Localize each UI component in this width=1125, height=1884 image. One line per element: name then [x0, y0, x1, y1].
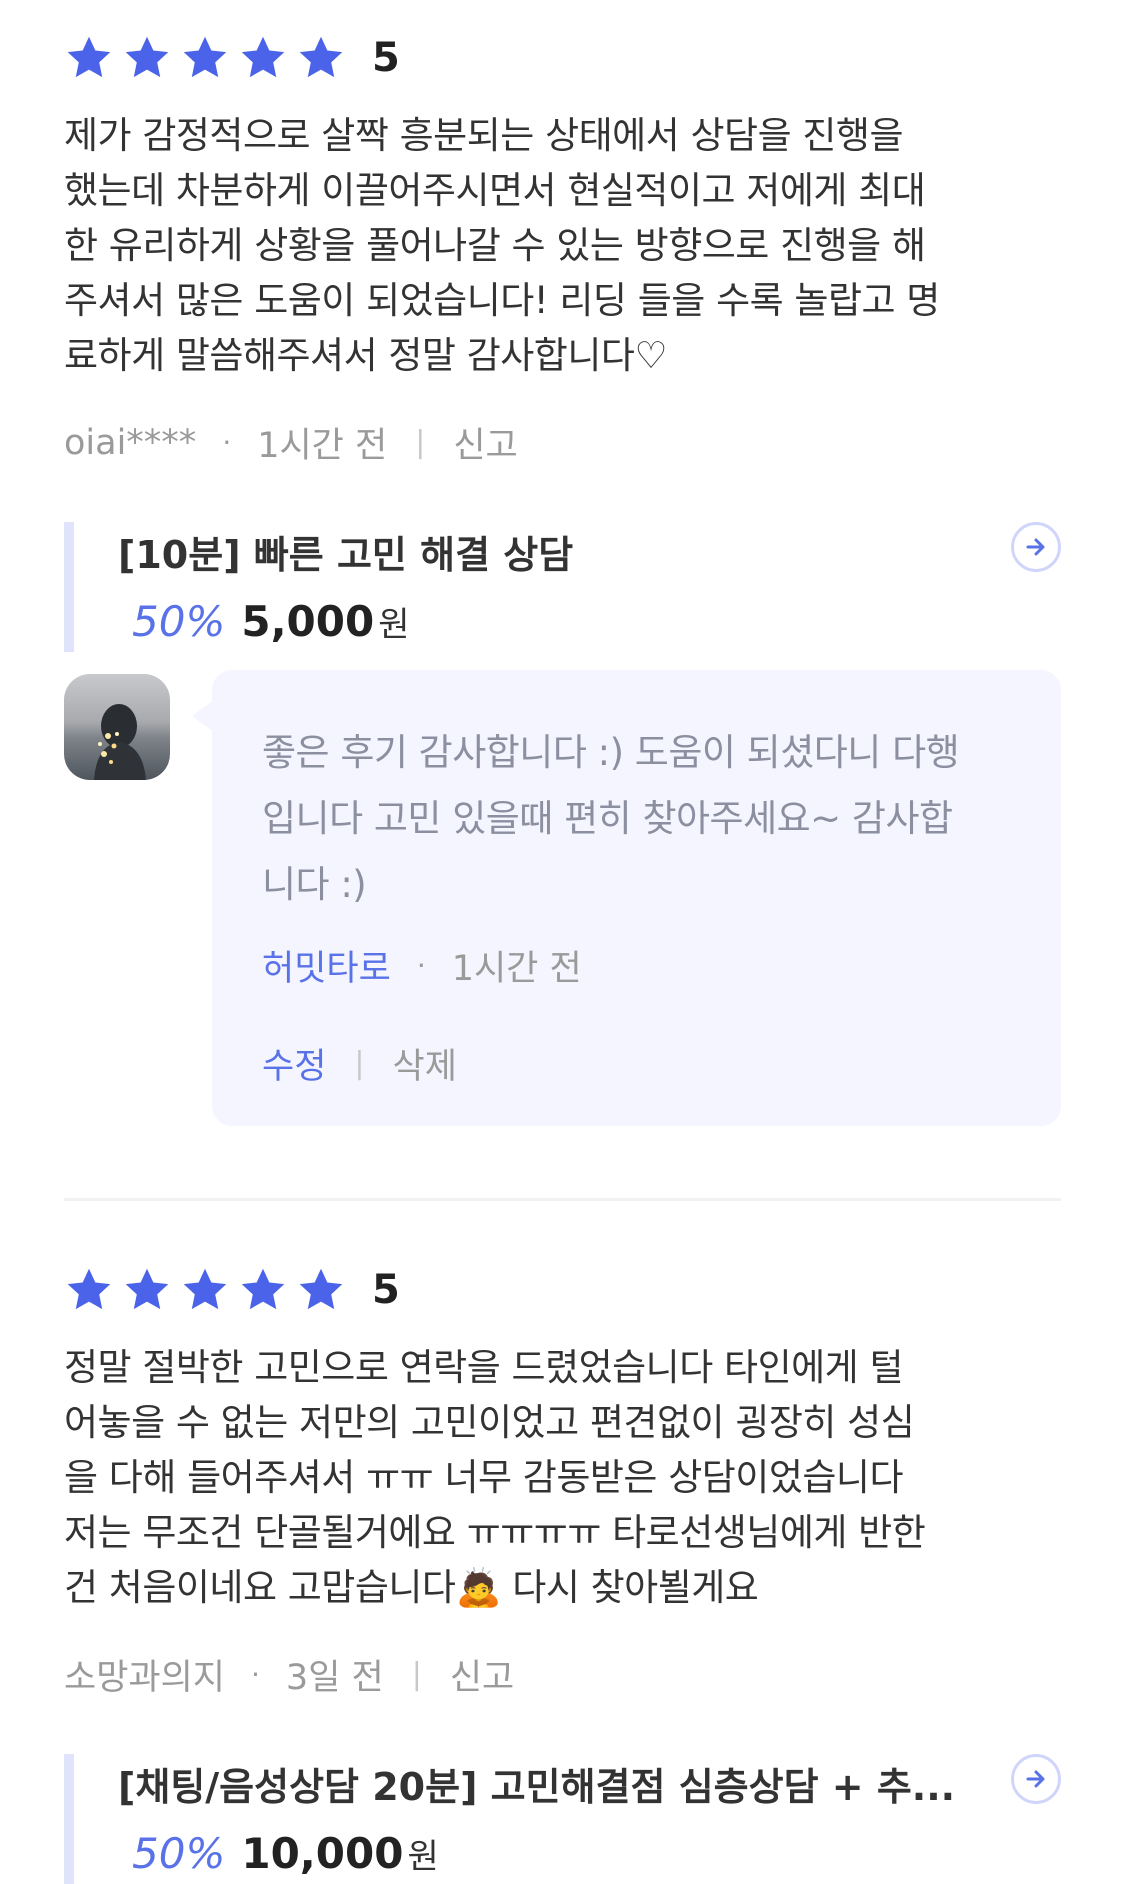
price-row: 50% 5,000 원 — [118, 597, 1061, 646]
star-icon — [296, 33, 346, 83]
review-card: 5 정말 절박한 고민으로 연락을 드렸었습니다 타인에게 털 어놓을 수 없는… — [64, 1262, 1061, 1884]
report-link[interactable]: 신고 — [453, 417, 517, 468]
review-time: 3일 전 — [285, 1658, 384, 1698]
review-text-line: 어놓을 수 없는 저만의 고민이었고 편견없이 굉장히 성심 — [64, 1401, 915, 1444]
star-icon — [122, 1265, 172, 1315]
report-link[interactable]: 신고 — [450, 1649, 514, 1700]
meta-separator: | — [415, 425, 426, 460]
review-text-line: 저는 무조건 단골될거에요 ㅠㅠㅠㅠ 타로선생님에게 반한 — [64, 1511, 926, 1554]
star-icon — [180, 1265, 230, 1315]
reply-actions: 수정 | 삭제 — [262, 1038, 457, 1089]
product-title[interactable]: [10분] 빠른 고민 해결 상담 — [118, 522, 978, 579]
review-text-line: 주셔서 많은 도움이 되었습니다! 리딩 들을 수록 놀랍고 명 — [64, 279, 940, 322]
meta-dot: · — [251, 1658, 260, 1691]
meta-dot: · — [416, 949, 426, 982]
review-meta: 소망과의지 · 3일 전 | 신고 — [64, 1649, 1061, 1700]
seller-reply: 좋은 후기 감사합니다 :) 도움이 되셨다니 다행 입니다 고민 있을때 편히… — [64, 670, 1061, 1130]
review-text-line: 을 다해 들어주셔서 ㅠㅠ 너무 감동받은 상담이었습니다 — [64, 1456, 904, 1499]
arrow-right-circle-icon[interactable] — [1011, 1754, 1061, 1804]
star-icon — [64, 1265, 114, 1315]
arrow-right-circle-icon[interactable] — [1011, 522, 1061, 572]
reply-text-line: 입니다 고민 있을때 편히 찾아주세요~ 감사합 — [262, 797, 953, 840]
meta-dot: · — [222, 426, 232, 459]
speech-bubble-tail — [192, 700, 214, 732]
reply-text-line: 니다 :) — [262, 863, 367, 906]
product-title[interactable]: [채팅/음성상담 20분] 고민해결점 심층상담 + 추... — [118, 1754, 978, 1811]
review-text: 제가 감정적으로 살짝 흥분되는 상태에서 상담을 진행을 했는데 차분하게 이… — [64, 108, 1061, 383]
reply-meta: 허밋타로 · 1시간 전 — [262, 940, 582, 991]
price-row: 50% 10,000 원 — [118, 1829, 1061, 1878]
star-icon — [238, 33, 288, 83]
currency-label: 원 — [378, 605, 410, 645]
meta-separator: | — [411, 1657, 422, 1692]
reply-time: 1시간 전 — [451, 949, 582, 989]
discount-rate: 50% — [132, 597, 226, 646]
star-icon — [238, 1265, 288, 1315]
divider — [64, 1198, 1061, 1201]
review-time: 1시간 전 — [257, 426, 388, 466]
reply-author: 허밋타로 — [262, 949, 391, 989]
review-text: 정말 절박한 고민으로 연락을 드렸었습니다 타인에게 털 어놓을 수 없는 저… — [64, 1340, 1061, 1615]
review-meta: oiai**** · 1시간 전 | 신고 — [64, 417, 1061, 468]
discount-rate: 50% — [132, 1829, 226, 1878]
product-card[interactable]: [채팅/음성상담 20분] 고민해결점 심층상담 + 추... 50% 10,0… — [64, 1754, 1061, 1884]
product-card[interactable]: [10분] 빠른 고민 해결 상담 50% 5,000 원 — [64, 522, 1061, 652]
meta-separator: | — [354, 1046, 365, 1081]
review-author: 소망과의지 — [64, 1658, 226, 1698]
reply-bubble: 좋은 후기 감사합니다 :) 도움이 되셨다니 다행 입니다 고민 있을때 편히… — [212, 670, 1061, 1126]
avatar — [64, 674, 170, 780]
rating-value: 5 — [372, 1267, 400, 1313]
review-text-line: 했는데 차분하게 이끌어주시면서 현실적이고 저에게 최대 — [64, 169, 926, 212]
star-rating: 5 — [64, 30, 1061, 86]
review-text-line: 료하게 말씀해주셔서 정말 감사합니다♡ — [64, 334, 668, 377]
star-icon — [180, 33, 230, 83]
reply-text-line: 좋은 후기 감사합니다 :) 도움이 되셨다니 다행 — [262, 731, 960, 774]
reply-text: 좋은 후기 감사합니다 :) 도움이 되셨다니 다행 입니다 고민 있을때 편히… — [262, 720, 1032, 918]
star-icon — [296, 1265, 346, 1315]
delete-button[interactable]: 삭제 — [393, 1038, 457, 1089]
star-rating: 5 — [64, 1262, 1061, 1318]
review-text-line: 한 유리하게 상황을 풀어나갈 수 있는 방향으로 진행을 해 — [64, 224, 926, 267]
review-card: 5 제가 감정적으로 살짝 흥분되는 상태에서 상담을 진행을 했는데 차분하게… — [64, 30, 1061, 652]
star-icon — [64, 33, 114, 83]
star-icon — [122, 33, 172, 83]
price-value: 5,000 — [241, 597, 375, 646]
review-text-line: 정말 절박한 고민으로 연락을 드렸었습니다 타인에게 털 — [64, 1346, 904, 1389]
review-text-line: 건 처음이네요 고맙습니다🙇 다시 찾아뵐게요 — [64, 1566, 759, 1609]
review-author: oiai**** — [64, 422, 197, 463]
review-text-line: 제가 감정적으로 살짝 흥분되는 상태에서 상담을 진행을 — [64, 114, 904, 157]
edit-button[interactable]: 수정 — [262, 1038, 326, 1089]
price-value: 10,000 — [241, 1829, 404, 1878]
currency-label: 원 — [407, 1837, 439, 1877]
rating-value: 5 — [372, 35, 400, 81]
